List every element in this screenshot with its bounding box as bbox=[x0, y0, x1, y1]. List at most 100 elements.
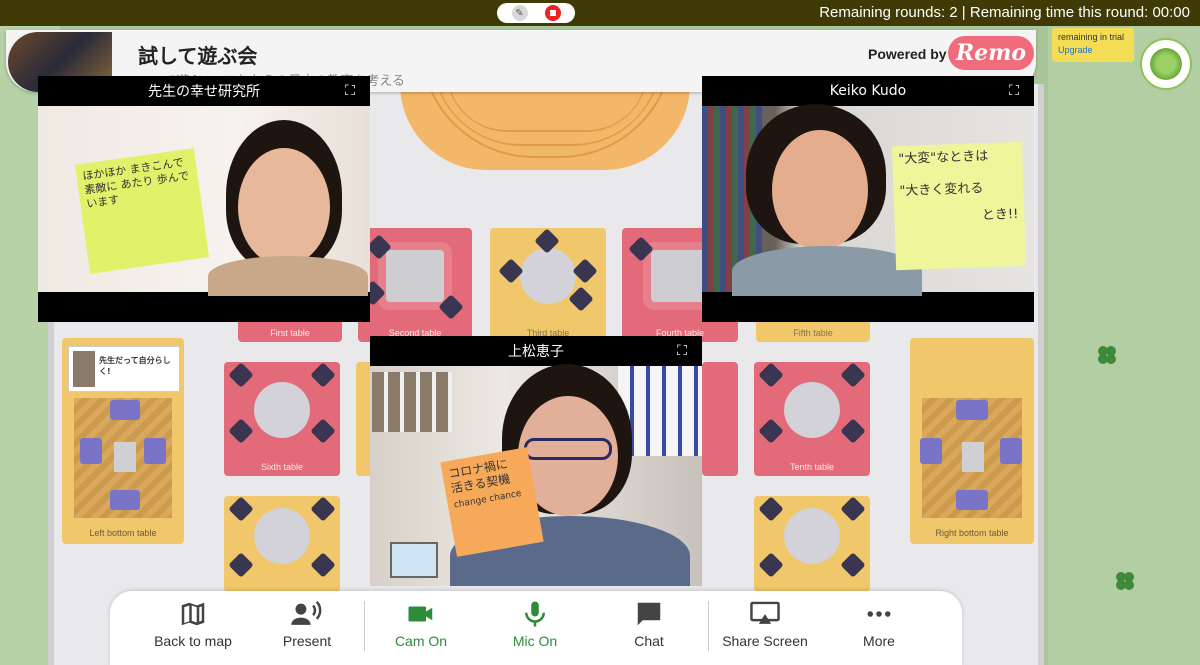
remo-logo[interactable]: Remo bbox=[948, 36, 1034, 70]
event-title: 試して遊ぶ会 bbox=[138, 44, 258, 68]
chat-label: Chat bbox=[634, 633, 664, 649]
poster-photo bbox=[73, 351, 95, 387]
table-round bbox=[254, 508, 310, 565]
right-bottom-table[interactable]: Right bottom table bbox=[910, 338, 1034, 544]
chair bbox=[310, 418, 336, 444]
sticky-note: "大変"なときは "大きく変れる とき!! bbox=[891, 141, 1027, 271]
video-feed: コロナ禍に 活きる契機 change chance bbox=[370, 364, 702, 586]
face bbox=[772, 130, 868, 250]
right-bottom-table-label: Right bottom table bbox=[935, 528, 1009, 538]
left-bottom-table-label: Left bottom table bbox=[89, 528, 157, 538]
present-icon bbox=[291, 601, 322, 625]
stop-record-icon[interactable] bbox=[544, 5, 561, 21]
participant-name: 先生の幸せ研究所 bbox=[148, 84, 260, 100]
sofa bbox=[80, 438, 102, 464]
note-line: "大変"なときは bbox=[898, 148, 989, 168]
fullscreen-icon[interactable]: ⛶ bbox=[674, 343, 690, 359]
chair bbox=[758, 418, 784, 444]
note-line: とき!! bbox=[981, 206, 1019, 223]
chat-button[interactable]: Chat bbox=[594, 599, 704, 657]
mic-icon bbox=[525, 601, 545, 627]
camera-icon bbox=[408, 606, 433, 622]
back-to-map-button[interactable]: Back to map bbox=[138, 599, 248, 657]
poster[interactable]: 先生だって自分らしく! bbox=[68, 346, 180, 392]
face bbox=[238, 148, 330, 266]
video-feed: "大変"なときは "大きく変れる とき!! bbox=[702, 104, 1034, 296]
divider bbox=[364, 601, 365, 651]
sofa bbox=[956, 400, 988, 420]
coffee-table bbox=[962, 442, 984, 472]
organization-logo[interactable] bbox=[1140, 38, 1192, 90]
fullscreen-icon[interactable]: ⛶ bbox=[342, 83, 358, 99]
tenth-table[interactable]: Tenth table bbox=[754, 362, 870, 476]
mic-on-button[interactable]: Mic On bbox=[480, 599, 590, 657]
poster-text: 先生だって自分らしく! bbox=[99, 356, 171, 376]
more-button[interactable]: More bbox=[824, 599, 934, 657]
pencil-icon[interactable]: ✎ bbox=[511, 5, 528, 21]
map-icon bbox=[181, 602, 205, 626]
sofa bbox=[920, 438, 942, 464]
chair bbox=[840, 552, 866, 578]
share-screen-label: Share Screen bbox=[722, 633, 808, 649]
chair bbox=[840, 496, 866, 522]
table-round bbox=[784, 381, 840, 438]
chair bbox=[758, 552, 784, 578]
upgrade-link[interactable]: Upgrade bbox=[1058, 45, 1128, 55]
chair bbox=[758, 496, 784, 522]
sofa bbox=[956, 490, 988, 510]
lower-table-2[interactable] bbox=[754, 496, 870, 592]
fullscreen-icon[interactable]: ⛶ bbox=[1006, 83, 1022, 99]
sofa bbox=[110, 400, 140, 420]
powered-by: Powered by bbox=[868, 46, 947, 62]
ninth-table-edge[interactable] bbox=[702, 362, 738, 476]
recording-controls: ✎ bbox=[497, 3, 575, 23]
tenth-table-label: Tenth table bbox=[789, 462, 835, 472]
chair bbox=[228, 418, 254, 444]
sofa bbox=[110, 490, 140, 510]
participant-name: Keiko Kudo bbox=[829, 83, 907, 99]
sofa bbox=[1000, 438, 1022, 464]
more-icon bbox=[867, 611, 891, 617]
shoulders bbox=[732, 246, 922, 296]
present-label: Present bbox=[282, 633, 332, 649]
cam-on-button[interactable]: Cam On bbox=[366, 599, 476, 657]
table-board bbox=[651, 249, 709, 302]
chair bbox=[228, 362, 254, 388]
sixth-table[interactable]: Sixth table bbox=[224, 362, 340, 476]
second-table[interactable]: Second table bbox=[358, 228, 472, 342]
chair bbox=[228, 496, 254, 522]
video-tile[interactable]: 上松恵子 ⛶ コロナ禍に 活きる契機 change chance bbox=[370, 336, 702, 586]
more-label: More bbox=[863, 633, 895, 649]
chair bbox=[628, 236, 654, 262]
chair bbox=[572, 258, 598, 284]
trial-box: remaining in trial Upgrade bbox=[1052, 28, 1134, 62]
laptop bbox=[390, 542, 438, 578]
sticky-note: ほかほか まきこんで 素敵に あたり 歩んでいます bbox=[74, 148, 210, 274]
table-round bbox=[254, 381, 310, 438]
clover-icon bbox=[1116, 572, 1134, 590]
back-to-map-label: Back to map bbox=[154, 633, 232, 649]
chair bbox=[840, 362, 866, 388]
trial-text: remaining in trial bbox=[1058, 32, 1125, 42]
video-tile[interactable]: Keiko Kudo ⛶ "大変"なときは "大きく変れる とき!! bbox=[702, 76, 1034, 322]
cam-on-label: Cam On bbox=[394, 633, 448, 649]
chat-icon bbox=[637, 602, 661, 626]
coffee-table bbox=[114, 442, 136, 472]
stage-round-table[interactable] bbox=[400, 84, 690, 170]
chair bbox=[310, 552, 336, 578]
table-board bbox=[386, 249, 444, 302]
chair bbox=[758, 362, 784, 388]
lower-table-1[interactable] bbox=[224, 496, 340, 592]
mic-on-label: Mic On bbox=[512, 633, 558, 649]
chair bbox=[228, 552, 254, 578]
share-screen-button[interactable]: Share Screen bbox=[710, 599, 820, 657]
video-tile[interactable]: 先生の幸せ研究所 ⛶ ほかほか まきこんで 素敵に あたり 歩んでいます bbox=[38, 76, 370, 322]
chair bbox=[310, 362, 336, 388]
sixth-table-label: Sixth table bbox=[260, 462, 304, 472]
sofa bbox=[144, 438, 166, 464]
present-button[interactable]: Present bbox=[252, 599, 362, 657]
first-table-label: First table bbox=[270, 328, 310, 338]
divider bbox=[708, 601, 709, 651]
third-table[interactable]: Third table bbox=[490, 228, 606, 342]
chair bbox=[840, 418, 866, 444]
